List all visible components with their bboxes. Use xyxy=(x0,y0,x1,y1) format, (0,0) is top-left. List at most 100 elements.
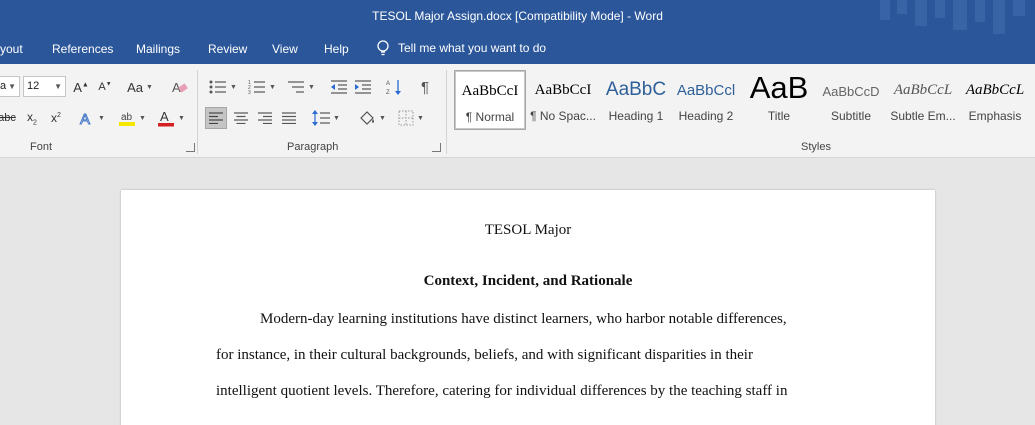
align-left-button[interactable] xyxy=(205,107,227,129)
shading-button[interactable]: ▼ xyxy=(354,108,390,128)
subscript-button[interactable]: x2 xyxy=(22,108,42,128)
style-name: ¶ Normal xyxy=(465,110,515,124)
font-color-button[interactable]: A ▼ xyxy=(154,108,188,128)
grow-font-button[interactable]: A▲ xyxy=(72,77,90,97)
tell-me-text: Tell me what you want to do xyxy=(398,41,547,55)
tab-references[interactable]: References xyxy=(52,42,113,56)
style-normal[interactable]: AaBbCcI ¶ Normal xyxy=(454,70,526,130)
style-sample: AaBbC xyxy=(605,79,667,100)
justify-icon xyxy=(282,112,296,124)
style-sample: AaBbCcl xyxy=(676,82,736,99)
title-bar-pattern xyxy=(880,0,1025,34)
paragraph-group-label: Paragraph xyxy=(287,141,339,153)
highlighter-icon: ab xyxy=(119,112,136,126)
body-line[interactable]: for instance, in their cultural backgrou… xyxy=(216,347,753,364)
svg-text:A: A xyxy=(80,111,90,126)
chevron-down-icon: ▼ xyxy=(54,82,62,91)
font-group-label: Font xyxy=(30,141,53,153)
strikethrough-button[interactable]: abc xyxy=(0,108,18,128)
style-name: Emphasis xyxy=(968,109,1022,123)
align-center-icon xyxy=(234,112,248,124)
change-case-icon: Aa xyxy=(127,79,143,95)
shrink-font-button[interactable]: A▼ xyxy=(96,77,114,97)
style-name: Heading 1 xyxy=(608,109,664,123)
tab-layout[interactable]: yout xyxy=(0,42,23,56)
chevron-down-icon: ▼ xyxy=(8,82,16,91)
style-name: Title xyxy=(767,109,791,123)
document-page[interactable]: TESOL Major Context, Incident, and Ratio… xyxy=(121,190,935,425)
font-dialog-launcher[interactable] xyxy=(186,143,195,152)
change-case-button[interactable]: Aa ▼ xyxy=(124,77,156,97)
strikethrough-icon: abc xyxy=(0,112,16,124)
align-right-button[interactable] xyxy=(254,108,276,128)
line-spacing-icon xyxy=(312,110,331,126)
title-bar: TESOL Major Assign.docx [Compatibility M… xyxy=(0,0,1035,34)
svg-text:A: A xyxy=(386,81,390,87)
clear-formatting-button[interactable]: A xyxy=(168,77,192,97)
increase-indent-icon xyxy=(355,80,371,94)
justify-button[interactable] xyxy=(278,108,300,128)
clear-formatting-icon: A xyxy=(172,80,188,95)
bullets-icon xyxy=(209,80,227,94)
style-heading-2[interactable]: AaBbCcl Heading 2 xyxy=(670,70,742,130)
document-canvas: TESOL Major Context, Incident, and Ratio… xyxy=(0,158,1035,425)
style-sample: AaBbCcI xyxy=(534,82,592,98)
font-size-combo[interactable]: 12 ▼ xyxy=(23,76,66,97)
svg-text:A: A xyxy=(160,109,169,124)
style-subtitle[interactable]: AaBbCcD Subtitle xyxy=(815,70,887,130)
style-name: Subtitle xyxy=(830,109,872,123)
pilcrow-icon: ¶ xyxy=(420,78,430,96)
align-center-button[interactable] xyxy=(230,108,252,128)
show-formatting-marks-button[interactable]: ¶ xyxy=(414,77,436,97)
body-line[interactable]: Modern-day learning institutions have di… xyxy=(260,311,787,328)
styles-gallery: AaBbCcI ¶ Normal AaBbCcI ¶ No Spac... Aa… xyxy=(454,70,1035,130)
tab-help[interactable]: Help xyxy=(324,42,349,56)
increase-indent-button[interactable] xyxy=(352,77,374,97)
tab-mailings[interactable]: Mailings xyxy=(136,42,180,56)
tab-view[interactable]: View xyxy=(272,42,298,56)
text-effects-button[interactable]: A ▼ xyxy=(76,108,108,128)
font-name-value: a xyxy=(0,80,7,92)
superscript-icon: x2 xyxy=(51,111,61,125)
superscript-button[interactable]: x2 xyxy=(46,108,66,128)
group-divider xyxy=(446,70,447,154)
tell-me-search[interactable]: Tell me what you want to do xyxy=(376,40,546,56)
document-title[interactable]: TESOL Major xyxy=(121,222,935,239)
ribbon-tabs: yout References Mailings Review View Hel… xyxy=(0,34,1035,64)
style-sample: AaBbCcL xyxy=(893,82,953,98)
style-name: Subtle Em... xyxy=(890,109,956,123)
style-sample: AaB xyxy=(749,70,809,105)
style-name: Heading 2 xyxy=(678,109,734,123)
paragraph-dialog-launcher[interactable] xyxy=(432,143,441,152)
style-no-spacing[interactable]: AaBbCcI ¶ No Spac... xyxy=(527,70,599,130)
style-subtle-emphasis[interactable]: AaBbCcL Subtle Em... xyxy=(887,70,959,130)
borders-icon xyxy=(398,110,414,126)
numbering-button[interactable]: 123 ▼ xyxy=(244,77,280,97)
align-right-icon xyxy=(258,112,272,124)
style-sample: AaBbCcD xyxy=(822,84,880,99)
style-sample: AaBbCcI xyxy=(461,83,519,99)
body-line[interactable]: intelligent quotient levels. Therefore, … xyxy=(216,383,787,400)
text-effects-icon: A xyxy=(80,111,91,127)
font-color-icon: A xyxy=(158,109,175,127)
style-sample: AaBbCcL xyxy=(965,82,1025,98)
document-heading[interactable]: Context, Incident, and Rationale xyxy=(121,273,935,290)
tab-review[interactable]: Review xyxy=(208,42,247,56)
shrink-font-icon: A▼ xyxy=(98,81,112,93)
style-heading-1[interactable]: AaBbC Heading 1 xyxy=(600,70,672,130)
decrease-indent-button[interactable] xyxy=(328,77,350,97)
style-name: ¶ No Spac... xyxy=(530,109,596,123)
line-spacing-button[interactable]: ▼ xyxy=(308,108,344,128)
highlight-color-button[interactable]: ab ▼ xyxy=(114,108,150,128)
borders-button[interactable]: ▼ xyxy=(394,108,428,128)
font-name-combo[interactable]: a ▼ xyxy=(0,76,20,97)
svg-text:Z: Z xyxy=(386,90,390,96)
subscript-icon: x2 xyxy=(27,109,37,127)
style-emphasis[interactable]: AaBbCcL Emphasis xyxy=(959,70,1031,130)
bullets-button[interactable]: ▼ xyxy=(206,77,240,97)
sort-button[interactable]: AZ xyxy=(384,77,406,97)
multilevel-list-button[interactable]: ▼ xyxy=(284,77,318,97)
numbering-icon: 123 xyxy=(248,80,266,95)
style-title[interactable]: AaB Title xyxy=(743,70,815,130)
paint-bucket-icon xyxy=(360,111,375,125)
